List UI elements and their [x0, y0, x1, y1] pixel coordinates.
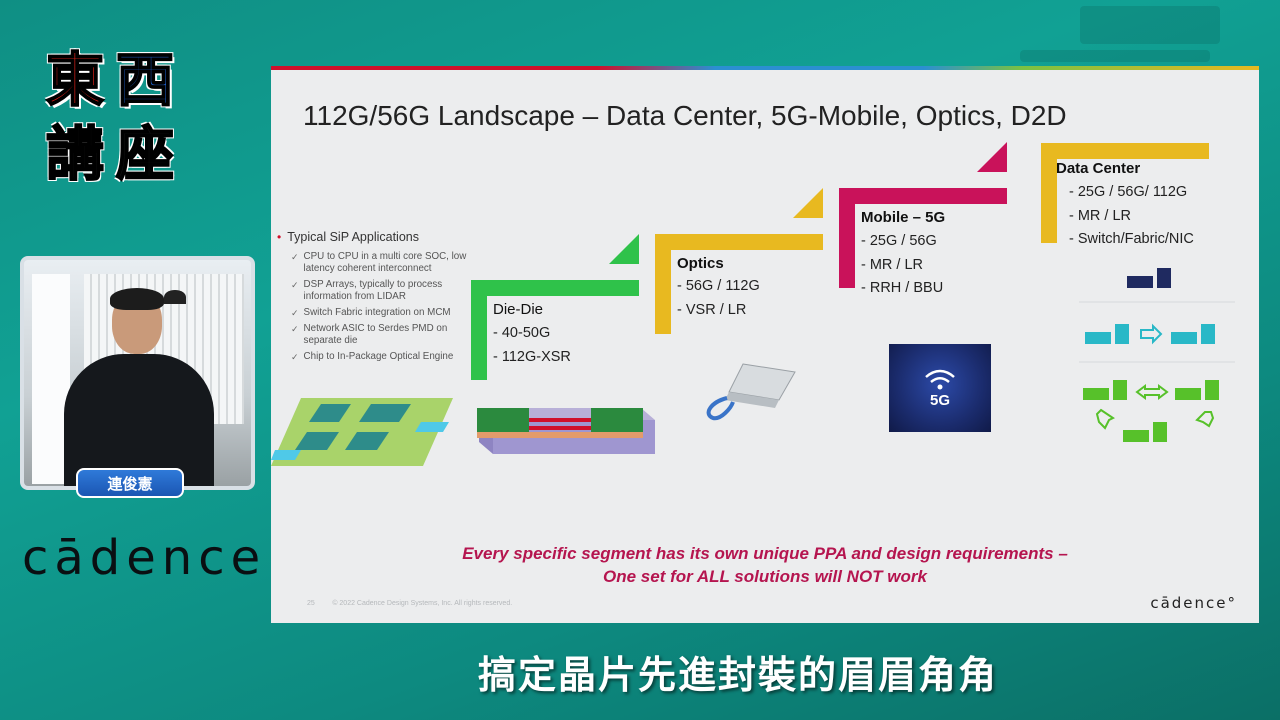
datacenter-step-top: [1041, 143, 1209, 159]
die-die-step-top: [471, 280, 639, 296]
package-substrate-illustration: [271, 398, 453, 466]
video-subtitle: 搞定晶片先進封裝的眉眉角角: [478, 653, 999, 697]
slide-copyright: 25 © 2022 Cadence Design Systems, Inc. A…: [307, 600, 512, 607]
list-item: ✓ CPU to CPU in a multi core SOC, low lat…: [291, 251, 477, 275]
list-item-text: Network ASIC to Serdes PMD on separate d…: [303, 323, 448, 346]
wifi-signal-icon: [925, 369, 955, 389]
show-logo-char: 西: [115, 46, 175, 114]
presenter-name-tag: 連俊憲: [76, 468, 184, 498]
check-icon: ✓: [291, 252, 299, 262]
cadence-logo: cādence: [22, 530, 266, 586]
check-icon: ✓: [291, 308, 299, 318]
key-message-line-2: One set for ALL solutions will NOT work: [603, 567, 927, 586]
mobile-step-side: [839, 188, 855, 288]
show-logo-bottom: 講 座: [42, 120, 178, 188]
slide-cadence-logo: cādence°: [1150, 594, 1237, 612]
cadence-logo-text: cādence: [22, 530, 267, 586]
copyright-text: © 2022 Cadence Design Systems, Inc. All …: [332, 600, 513, 607]
list-item: ✓ Chip to In-Package Optical Engine: [291, 351, 477, 363]
key-message-line-1: Every specific segment has its own uniqu…: [462, 544, 1068, 563]
show-logo-char: 座: [115, 120, 175, 188]
optical-transceiver-icon: [706, 363, 796, 421]
datacenter-topology-diagram: [1079, 268, 1235, 442]
optics-step-side: [655, 234, 671, 334]
sip-applications-list: • Typical SiP Applications ✓ CPU to CPU i…: [277, 230, 477, 367]
list-item: - 112G-XSR: [493, 348, 571, 365]
check-icon: ✓: [291, 280, 299, 290]
list-item: - MR / LR: [861, 256, 924, 273]
slide-page-number: 25: [307, 600, 315, 607]
optics-step-top: [655, 234, 823, 250]
list-item: - RRH / BBU: [861, 280, 944, 296]
bullet-heading-text: Typical SiP Applications: [287, 230, 419, 244]
gold-arrow-icon: [793, 188, 823, 218]
presentation-slide: 112G/56G Landscape – Data Center, 5G-Mob…: [271, 66, 1259, 623]
datacenter-label: Data Center: [1056, 160, 1141, 177]
datacenter-step-side: [1041, 143, 1057, 243]
list-item-text: Switch Fabric integration on MCM: [303, 307, 451, 318]
list-item-text: Chip to In-Package Optical Engine: [303, 351, 454, 362]
presenter-hair: [110, 288, 164, 310]
green-arrow-icon: [609, 234, 639, 264]
list-item: - Switch/Fabric/NIC: [1069, 231, 1194, 247]
chiplet-interconnect-illustration: [477, 408, 655, 454]
list-item: ✓ Switch Fabric integration on MCM: [291, 307, 477, 319]
list-item: ✓ Network ASIC to Serdes PMD on separate …: [291, 323, 477, 347]
slide-title: 112G/56G Landscape – Data Center, 5G-Mob…: [303, 100, 1067, 131]
die-die-items: - 40-50G - 112G-XSR: [493, 322, 571, 369]
show-logo-char: 東: [45, 46, 105, 114]
list-item: - 56G / 112G: [677, 278, 760, 294]
datacenter-items: - 25G / 56G/ 112G - MR / LR - Switch/Fab…: [1069, 181, 1194, 252]
magenta-arrow-icon: [977, 142, 1007, 172]
bullet-heading: • Typical SiP Applications: [277, 230, 477, 244]
optics-items: - 56G / 112G - VSR / LR: [677, 275, 760, 322]
die-die-label: Die-Die: [493, 301, 544, 318]
check-icon: ✓: [291, 352, 299, 362]
presenter-video: [20, 256, 255, 490]
die-die-step-side: [471, 280, 487, 380]
5g-badge: 5G: [889, 344, 991, 432]
pendant-lamp: [164, 290, 186, 304]
list-item-text: DSP Arrays, typically to process informa…: [303, 279, 443, 302]
list-item: - 25G / 56G: [861, 233, 937, 249]
list-item-text: CPU to CPU in a multi core SOC, low late…: [303, 251, 467, 274]
list-item: - 40-50G: [493, 325, 551, 341]
list-item: - MR / LR: [1069, 207, 1132, 224]
5g-label: 5G: [929, 391, 950, 409]
check-icon: ✓: [291, 324, 299, 334]
slide-key-message: Every specific segment has its own uniqu…: [271, 542, 1259, 588]
show-logo-char: 講: [45, 120, 105, 188]
bullet-items: ✓ CPU to CPU in a multi core SOC, low lat…: [277, 251, 477, 363]
mobile-items: - 25G / 56G - MR / LR - RRH / BBU: [861, 230, 943, 301]
optics-label: Optics: [677, 255, 724, 272]
list-item: ✓ DSP Arrays, typically to process inform…: [291, 279, 477, 303]
slide-color-bar: [271, 66, 1259, 70]
mobile-step-top: [839, 188, 1007, 204]
mobile-label: Mobile – 5G: [861, 209, 946, 226]
background-tile: [1080, 6, 1220, 44]
list-item: - VSR / LR: [677, 301, 747, 318]
list-item: - 25G / 56G/ 112G: [1069, 184, 1188, 200]
background-tile: [1020, 50, 1210, 62]
bullet-dot-icon: •: [277, 230, 282, 244]
show-logo-top: 東 西: [42, 46, 178, 114]
